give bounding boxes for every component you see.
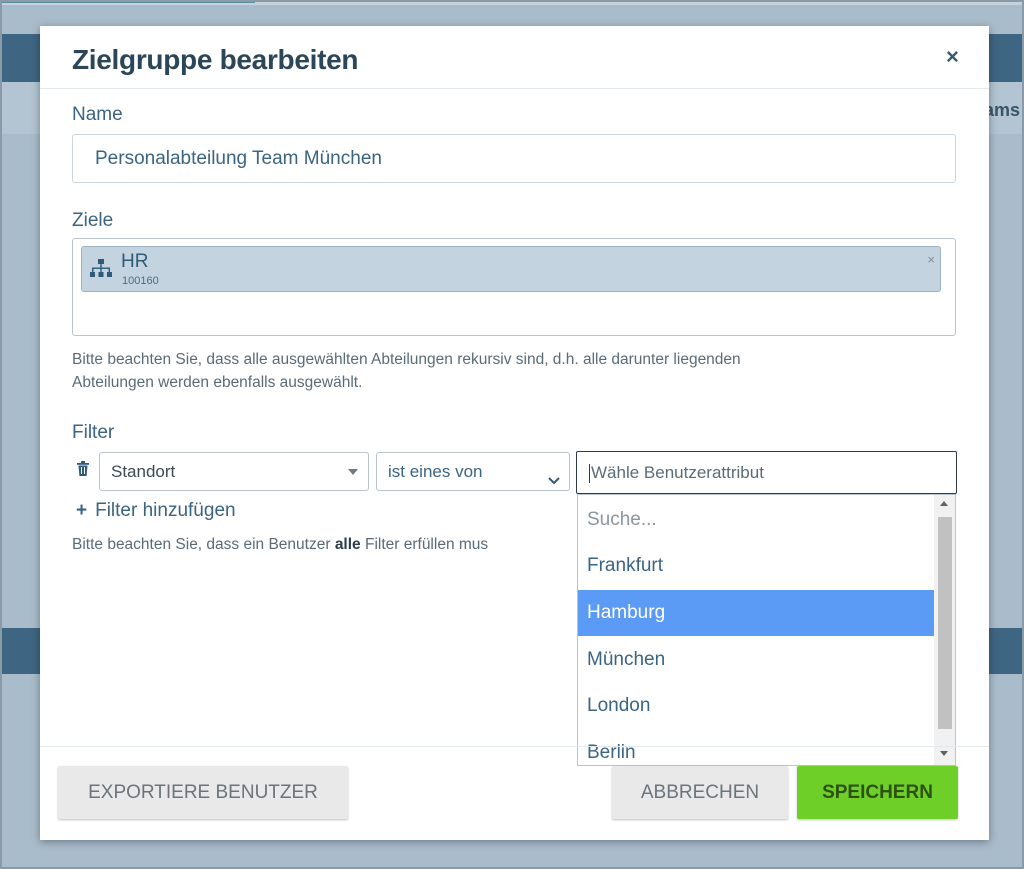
targets-hint: Bitte beachten Sie, dass alle ausgewählt… — [72, 348, 741, 394]
cancel-button[interactable]: ABBRECHEN — [612, 766, 788, 819]
targets-hint-line-2: Abteilungen werden ebenfalls ausgewählt. — [72, 374, 363, 391]
header-divider — [40, 88, 989, 89]
targets-multiselect[interactable]: HR 100160 × — [72, 238, 956, 336]
name-label: Name — [72, 104, 123, 125]
add-filter-link[interactable]: + Filter hinzufügen — [76, 500, 236, 522]
dropdown-option-london[interactable]: London — [578, 683, 934, 729]
remove-chip-icon[interactable]: × — [927, 252, 935, 267]
chevron-down-icon — [547, 463, 561, 500]
plus-icon: + — [76, 500, 88, 521]
filter-label: Filter — [72, 422, 115, 443]
filter-hint-text-end: Filter erfüllen mus — [360, 536, 489, 553]
dropdown-option-berlin[interactable]: Berlin — [578, 730, 934, 765]
filter-operator-value: ist eines von — [388, 462, 483, 481]
targets-hint-line-1: Bitte beachten Sie, dass alle ausgewählt… — [72, 351, 741, 368]
close-icon[interactable]: × — [946, 44, 959, 70]
filter-hint-text: Bitte beachten Sie, dass ein Benutzer — [72, 536, 335, 553]
scrollbar-thumb[interactable] — [938, 517, 952, 729]
target-chip-hr[interactable]: HR 100160 × — [81, 246, 941, 292]
dropdown-scrollbar[interactable] — [934, 495, 955, 765]
dropdown-option-hamburg[interactable]: Hamburg — [578, 590, 934, 636]
filter-hint: Bitte beachten Sie, dass ein Benutzer al… — [72, 533, 488, 556]
filter-value-input[interactable]: Wähle Benutzerattribut — [576, 451, 957, 494]
export-users-button[interactable]: EXPORTIERE BENUTZER — [58, 766, 348, 819]
save-button[interactable]: SPEICHERN — [797, 766, 958, 819]
footer-divider — [40, 746, 989, 747]
dialog-title: Zielgruppe bearbeiten — [72, 44, 359, 75]
dropdown-option-muenchen[interactable]: München — [578, 637, 934, 683]
trash-icon[interactable] — [77, 461, 89, 481]
filter-value-placeholder: Wähle Benutzerattribut — [591, 463, 764, 482]
org-chart-icon — [89, 258, 113, 285]
filter-attribute-value: Standort — [111, 462, 176, 481]
edit-target-group-dialog: Zielgruppe bearbeiten × Name Personalabt… — [40, 26, 989, 840]
dropdown-search-input[interactable]: Suche... — [578, 497, 934, 543]
name-input[interactable]: Personalabteilung Team München — [72, 134, 956, 183]
target-chip-id: 100160 — [122, 275, 159, 287]
caret-down-icon — [348, 469, 358, 475]
targets-label: Ziele — [72, 210, 114, 231]
filter-attribute-select[interactable]: Standort — [99, 452, 369, 491]
scroll-up-icon[interactable] — [940, 501, 948, 506]
attribute-dropdown: Suche... Frankfurt Hamburg München Londo… — [577, 494, 956, 766]
filter-operator-select[interactable]: ist eines von — [376, 452, 570, 491]
add-filter-label: Filter hinzufügen — [95, 500, 236, 521]
target-chip-title: HR — [121, 251, 149, 272]
text-cursor — [589, 464, 590, 484]
scroll-down-icon[interactable] — [940, 751, 948, 756]
dropdown-option-frankfurt[interactable]: Frankfurt — [578, 543, 934, 589]
filter-hint-bold: alle — [334, 536, 361, 553]
